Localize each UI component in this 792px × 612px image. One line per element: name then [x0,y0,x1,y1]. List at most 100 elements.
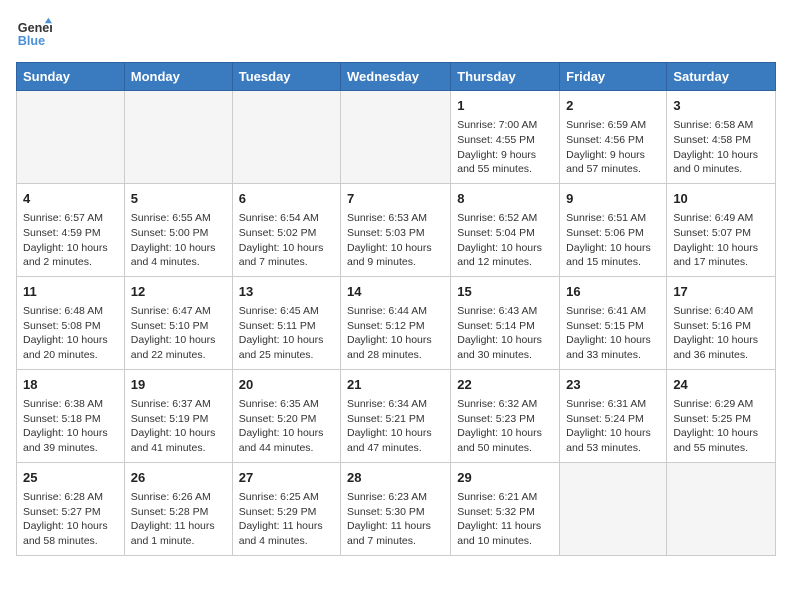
day-number: 14 [347,283,444,301]
calendar-cell: 21 Sunrise: 6:34 AM Sunset: 5:21 PM Dayli… [341,369,451,462]
header: General Blue [16,16,776,52]
header-day-thursday: Thursday [451,63,560,91]
day-info: Sunrise: 6:37 AM Sunset: 5:19 PM Dayligh… [131,397,226,456]
calendar-cell: 8 Sunrise: 6:52 AM Sunset: 5:04 PM Daylig… [451,183,560,276]
day-info: Sunrise: 6:59 AM Sunset: 4:56 PM Dayligh… [566,118,660,177]
day-info: Sunrise: 6:28 AM Sunset: 5:27 PM Dayligh… [23,490,118,549]
calendar-cell: 2 Sunrise: 6:59 AM Sunset: 4:56 PM Daylig… [560,91,667,184]
day-info: Sunrise: 6:49 AM Sunset: 5:07 PM Dayligh… [673,211,769,270]
day-info: Sunrise: 6:45 AM Sunset: 5:11 PM Dayligh… [239,304,334,363]
day-number: 3 [673,97,769,115]
day-number: 10 [673,190,769,208]
day-info: Sunrise: 6:34 AM Sunset: 5:21 PM Dayligh… [347,397,444,456]
header-day-sunday: Sunday [17,63,125,91]
day-number: 15 [457,283,553,301]
day-info: Sunrise: 6:51 AM Sunset: 5:06 PM Dayligh… [566,211,660,270]
calendar-cell: 17 Sunrise: 6:40 AM Sunset: 5:16 PM Dayli… [667,276,776,369]
calendar-cell: 12 Sunrise: 6:47 AM Sunset: 5:10 PM Dayli… [124,276,232,369]
day-number: 6 [239,190,334,208]
header-day-friday: Friday [560,63,667,91]
day-info: Sunrise: 6:41 AM Sunset: 5:15 PM Dayligh… [566,304,660,363]
calendar-cell: 14 Sunrise: 6:44 AM Sunset: 5:12 PM Dayli… [341,276,451,369]
calendar-cell: 22Sunrise: 6:32 AM Sunset: 5:23 PM Dayli… [451,369,560,462]
day-info: Sunrise: 6:48 AM Sunset: 5:08 PM Dayligh… [23,304,118,363]
logo: General Blue [16,16,52,52]
day-number: 4 [23,190,118,208]
header-day-saturday: Saturday [667,63,776,91]
calendar-cell [560,462,667,555]
day-number: 26 [131,469,226,487]
calendar-cell: 24 Sunrise: 6:29 AM Sunset: 5:25 PM Dayli… [667,369,776,462]
day-info: Sunrise: 6:26 AM Sunset: 5:28 PM Dayligh… [131,490,226,549]
header-day-monday: Monday [124,63,232,91]
day-number: 2 [566,97,660,115]
day-info: Sunrise: 6:23 AM Sunset: 5:30 PM Dayligh… [347,490,444,549]
calendar-cell [17,91,125,184]
day-info: Sunrise: 6:35 AM Sunset: 5:20 PM Dayligh… [239,397,334,456]
day-info: Sunrise: 7:00 AM Sunset: 4:55 PM Dayligh… [457,118,553,177]
calendar-cell: 10 Sunrise: 6:49 AM Sunset: 5:07 PM Dayli… [667,183,776,276]
calendar-cell: 3 Sunrise: 6:58 AM Sunset: 4:58 PM Daylig… [667,91,776,184]
day-info: Sunrise: 6:25 AM Sunset: 5:29 PM Dayligh… [239,490,334,549]
day-number: 24 [673,376,769,394]
day-info: Sunrise: 6:21 AM Sunset: 5:32 PM Dayligh… [457,490,553,549]
day-number: 16 [566,283,660,301]
day-number: 12 [131,283,226,301]
day-number: 21 [347,376,444,394]
day-info: Sunrise: 6:31 AM Sunset: 5:24 PM Dayligh… [566,397,660,456]
header-day-tuesday: Tuesday [232,63,340,91]
calendar-week-row: 25 Sunrise: 6:28 AM Sunset: 5:27 PM Dayli… [17,462,776,555]
day-info: Sunrise: 6:43 AM Sunset: 5:14 PM Dayligh… [457,304,553,363]
calendar-week-row: 4 Sunrise: 6:57 AM Sunset: 4:59 PM Daylig… [17,183,776,276]
calendar-week-row: 18 Sunrise: 6:38 AM Sunset: 5:18 PM Dayli… [17,369,776,462]
calendar-cell: 20 Sunrise: 6:35 AM Sunset: 5:20 PM Dayli… [232,369,340,462]
day-info: Sunrise: 6:38 AM Sunset: 5:18 PM Dayligh… [23,397,118,456]
day-info: Sunrise: 6:44 AM Sunset: 5:12 PM Dayligh… [347,304,444,363]
calendar-cell: 6 Sunrise: 6:54 AM Sunset: 5:02 PM Daylig… [232,183,340,276]
day-number: 22 [457,376,553,394]
calendar-cell: 28Sunrise: 6:23 AM Sunset: 5:30 PM Dayli… [341,462,451,555]
calendar-cell [232,91,340,184]
day-info: Sunrise: 6:54 AM Sunset: 5:02 PM Dayligh… [239,211,334,270]
day-number: 13 [239,283,334,301]
calendar-cell: 5Sunrise: 6:55 AM Sunset: 5:00 PM Daylig… [124,183,232,276]
header-day-wednesday: Wednesday [341,63,451,91]
day-info: Sunrise: 6:40 AM Sunset: 5:16 PM Dayligh… [673,304,769,363]
day-number: 7 [347,190,444,208]
day-number: 17 [673,283,769,301]
calendar-cell: 7 Sunrise: 6:53 AM Sunset: 5:03 PM Daylig… [341,183,451,276]
day-info: Sunrise: 6:55 AM Sunset: 5:00 PM Dayligh… [131,211,226,270]
day-number: 23 [566,376,660,394]
calendar-cell: 9 Sunrise: 6:51 AM Sunset: 5:06 PM Daylig… [560,183,667,276]
day-number: 9 [566,190,660,208]
calendar-table: SundayMondayTuesdayWednesdayThursdayFrid… [16,62,776,556]
calendar-header-row: SundayMondayTuesdayWednesdayThursdayFrid… [17,63,776,91]
day-info: Sunrise: 6:58 AM Sunset: 4:58 PM Dayligh… [673,118,769,177]
day-info: Sunrise: 6:52 AM Sunset: 5:04 PM Dayligh… [457,211,553,270]
day-number: 8 [457,190,553,208]
day-info: Sunrise: 6:29 AM Sunset: 5:25 PM Dayligh… [673,397,769,456]
calendar-cell: 1 Sunrise: 7:00 AM Sunset: 4:55 PM Daylig… [451,91,560,184]
day-info: Sunrise: 6:57 AM Sunset: 4:59 PM Dayligh… [23,211,118,270]
calendar-week-row: 11 Sunrise: 6:48 AM Sunset: 5:08 PM Dayli… [17,276,776,369]
day-number: 20 [239,376,334,394]
calendar-cell: 4 Sunrise: 6:57 AM Sunset: 4:59 PM Daylig… [17,183,125,276]
calendar-cell: 15 Sunrise: 6:43 AM Sunset: 5:14 PM Dayli… [451,276,560,369]
day-number: 29 [457,469,553,487]
day-number: 25 [23,469,118,487]
calendar-cell: 11 Sunrise: 6:48 AM Sunset: 5:08 PM Dayli… [17,276,125,369]
calendar-cell: 13 Sunrise: 6:45 AM Sunset: 5:11 PM Dayli… [232,276,340,369]
calendar-cell [124,91,232,184]
day-number: 11 [23,283,118,301]
day-number: 18 [23,376,118,394]
day-number: 19 [131,376,226,394]
day-number: 1 [457,97,553,115]
calendar-cell: 16 Sunrise: 6:41 AM Sunset: 5:15 PM Dayli… [560,276,667,369]
day-info: Sunrise: 6:53 AM Sunset: 5:03 PM Dayligh… [347,211,444,270]
calendar-cell: 26 Sunrise: 6:26 AM Sunset: 5:28 PM Dayli… [124,462,232,555]
calendar-cell: 23 Sunrise: 6:31 AM Sunset: 5:24 PM Dayli… [560,369,667,462]
day-info: Sunrise: 6:47 AM Sunset: 5:10 PM Dayligh… [131,304,226,363]
logo-icon: General Blue [16,16,52,52]
calendar-cell: 27Sunrise: 6:25 AM Sunset: 5:29 PM Dayli… [232,462,340,555]
calendar-cell: 25 Sunrise: 6:28 AM Sunset: 5:27 PM Dayli… [17,462,125,555]
